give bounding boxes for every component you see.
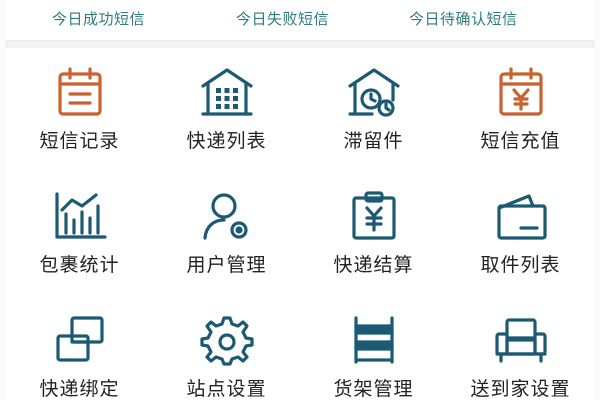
menu-label: 送到家设置: [470, 378, 571, 400]
menu-label: 滞留件: [343, 130, 404, 152]
calendar-icon: [50, 66, 110, 118]
menu-item-site-settings[interactable]: 站点设置: [153, 296, 300, 400]
menu-label: 短信充值: [480, 130, 561, 152]
right-edge: [593, 0, 600, 400]
wallet-icon: [491, 190, 551, 242]
menu-item-express-settlement[interactable]: 快递结算: [300, 172, 447, 296]
menu-label: 短信记录: [39, 130, 120, 152]
menu-label: 站点设置: [186, 378, 267, 400]
menu-label: 包裹统计: [39, 254, 120, 276]
menu-item-pickup-list[interactable]: 取件列表: [447, 172, 594, 296]
menu-label: 快递结算: [333, 254, 414, 276]
menu-item-shelf-management[interactable]: 货架管理: [300, 296, 447, 400]
house-clock-icon: [344, 66, 404, 118]
menu-item-sms-records[interactable]: 短信记录: [6, 48, 153, 172]
menu-item-user-management[interactable]: 用户管理: [153, 172, 300, 296]
menu-item-home-delivery-settings[interactable]: 送到家设置: [447, 296, 594, 400]
menu-item-express-binding[interactable]: 快递绑定: [6, 296, 153, 400]
menu-item-sms-recharge[interactable]: 短信充值: [447, 48, 594, 172]
menu-label: 取件列表: [480, 254, 561, 276]
menu-item-parcel-statistics[interactable]: 包裹统计: [6, 172, 153, 296]
shelf-icon: [344, 314, 404, 366]
function-grid: 短信记录 快递列表 滞留件 短信充值 包裹统计 用户管理 快递结算 取件列表 快…: [6, 48, 594, 400]
today-failed-sms-link[interactable]: 今日失败短信: [236, 8, 329, 30]
user-settings-icon: [197, 190, 257, 242]
menu-item-express-list[interactable]: 快递列表: [153, 48, 300, 172]
today-pending-sms-link[interactable]: 今日待确认短信: [409, 8, 518, 30]
yen-calendar-icon: [491, 66, 551, 118]
menu-label: 快递绑定: [39, 378, 120, 400]
sofa-icon: [491, 314, 551, 366]
link-squares-icon: [50, 314, 110, 366]
sms-stats-bar: 今日成功短信 今日失败短信 今日待确认短信: [6, 0, 594, 41]
menu-label: 快递列表: [186, 130, 267, 152]
bar-chart-icon: [50, 190, 110, 242]
gear-icon: [197, 314, 257, 366]
today-success-sms-link[interactable]: 今日成功短信: [52, 8, 145, 30]
yen-clipboard-icon: [344, 190, 404, 242]
app-screen: 今日成功短信 今日失败短信 今日待确认短信 短信记录 快递列表 滞留件 短信充值…: [0, 0, 600, 400]
menu-label: 货架管理: [333, 378, 414, 400]
warehouse-icon: [197, 66, 257, 118]
menu-label: 用户管理: [186, 254, 267, 276]
menu-item-detained-parcels[interactable]: 滞留件: [300, 48, 447, 172]
